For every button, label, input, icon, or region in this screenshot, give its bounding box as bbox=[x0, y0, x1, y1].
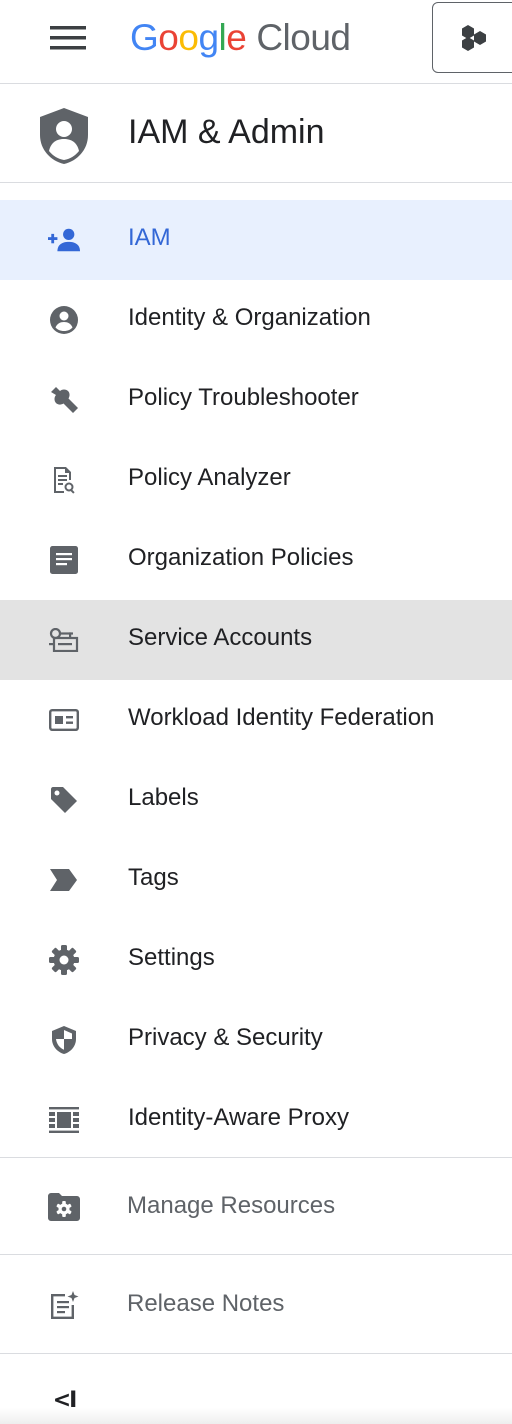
label-tag-icon bbox=[48, 786, 80, 814]
hamburger-menu-icon[interactable] bbox=[36, 18, 100, 58]
top-bar: Go o g l e Cloud bbox=[0, 0, 512, 84]
logo-letter: l bbox=[218, 17, 227, 58]
nav-item-label: Tags bbox=[128, 864, 179, 891]
logo-letter: o bbox=[158, 17, 179, 58]
nav-item-organization-policies[interactable]: Organization Policies bbox=[0, 520, 512, 600]
logo-cloud-word: Cloud bbox=[256, 17, 351, 58]
release-notes-label: Release Notes bbox=[127, 1290, 285, 1317]
nav-item-tags[interactable]: Tags bbox=[0, 840, 512, 920]
folder-settings-icon bbox=[48, 1192, 80, 1222]
nav-item-service-accounts[interactable]: Service Accounts bbox=[0, 600, 512, 680]
nav-item-iam[interactable]: IAM bbox=[0, 200, 512, 280]
nav-item-label: Service Accounts bbox=[128, 624, 313, 651]
nav-item-label: IAM bbox=[128, 224, 171, 251]
gear-icon bbox=[48, 945, 80, 975]
logo-letter: e bbox=[226, 17, 247, 58]
nav-item-label: Workload Identity Federation bbox=[128, 704, 435, 731]
nav-item-label: Policy Troubleshooter bbox=[128, 384, 359, 411]
proxy-icon bbox=[48, 1106, 80, 1134]
security-shield-icon bbox=[48, 1026, 80, 1054]
iam-nav-list: IAM Identity & Organization Policy Troub… bbox=[0, 200, 512, 1160]
nav-item-label: Settings bbox=[128, 944, 215, 971]
release-notes-icon bbox=[48, 1290, 80, 1320]
nav-item-label: Privacy & Security bbox=[128, 1024, 323, 1051]
nav-item-settings[interactable]: Settings bbox=[0, 920, 512, 1000]
logo-letter: o bbox=[178, 17, 199, 58]
google-cloud-logo[interactable]: Go o g l e Cloud bbox=[130, 14, 351, 62]
nav-item-workload-identity-federation[interactable]: Workload Identity Federation bbox=[0, 680, 512, 760]
document-search-icon bbox=[48, 466, 80, 494]
nav-item-policy-troubleshooter[interactable]: Policy Troubleshooter bbox=[0, 360, 512, 440]
id-card-icon bbox=[48, 706, 80, 734]
nav-item-policy-analyzer[interactable]: Policy Analyzer bbox=[0, 440, 512, 520]
nav-item-label: Organization Policies bbox=[128, 544, 354, 571]
manage-resources-label: Manage Resources bbox=[127, 1192, 336, 1219]
service-account-key-icon bbox=[48, 626, 80, 654]
person-add-icon bbox=[48, 226, 80, 254]
bottom-shadow bbox=[0, 1408, 512, 1424]
release-notes-link[interactable]: Release Notes bbox=[0, 1256, 512, 1352]
iam-shield-icon bbox=[38, 107, 90, 170]
nav-item-identity-organization[interactable]: Identity & Organization bbox=[0, 280, 512, 360]
nav-item-privacy-security[interactable]: Privacy & Security bbox=[0, 1000, 512, 1080]
nav-item-label: Identity & Organization bbox=[128, 304, 371, 331]
nav-item-identity-aware-proxy[interactable]: Identity-Aware Proxy bbox=[0, 1080, 512, 1160]
nav-item-labels[interactable]: Labels bbox=[0, 760, 512, 840]
nav-divider bbox=[0, 1353, 512, 1354]
manage-resources-link[interactable]: Manage Resources bbox=[0, 1158, 512, 1254]
section-header: IAM & Admin bbox=[0, 85, 512, 183]
section-title: IAM & Admin bbox=[128, 113, 325, 151]
nav-divider bbox=[0, 1254, 512, 1255]
nav-item-label: Policy Analyzer bbox=[128, 464, 291, 491]
nav-item-label: Labels bbox=[128, 784, 199, 811]
nav-item-label: Identity-Aware Proxy bbox=[128, 1104, 349, 1131]
wrench-icon bbox=[48, 386, 80, 414]
account-circle-icon bbox=[48, 306, 80, 334]
project-hexagons-icon bbox=[461, 25, 489, 56]
tag-chevron-icon bbox=[48, 866, 80, 894]
project-picker-button[interactable] bbox=[432, 2, 512, 73]
article-icon bbox=[48, 546, 80, 574]
logo-letter: G bbox=[130, 17, 159, 58]
logo-letter: g bbox=[198, 17, 219, 58]
